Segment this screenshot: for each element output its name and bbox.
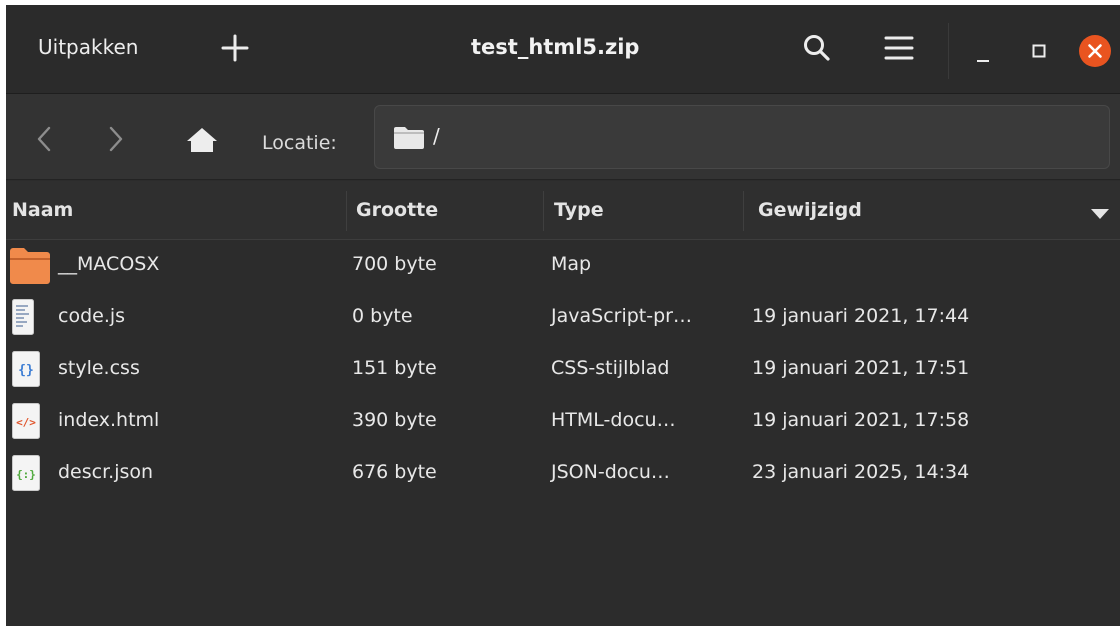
file-type: JavaScript-pr… <box>551 305 692 327</box>
sort-descending-icon[interactable] <box>1090 205 1110 224</box>
location-label: Locatie: <box>262 132 337 154</box>
file-row[interactable]: {} style.css 151 byte CSS-stijlblad 19 j… <box>6 344 1120 396</box>
chevron-right-icon[interactable] <box>108 126 124 156</box>
file-name: descr.json <box>58 461 154 483</box>
maximize-icon[interactable] <box>1032 43 1046 62</box>
file-size: 0 byte <box>352 305 413 327</box>
header-separator <box>948 23 949 79</box>
json-file-icon: {:} <box>12 455 40 495</box>
extract-button[interactable]: Uitpakken <box>38 35 138 59</box>
file-size: 676 byte <box>352 461 437 483</box>
search-icon[interactable] <box>802 33 832 67</box>
javascript-file-icon <box>12 299 34 339</box>
file-row[interactable]: </> index.html 390 byte HTML-docu… 19 ja… <box>6 396 1120 448</box>
file-size: 151 byte <box>352 357 437 379</box>
file-size: 390 byte <box>352 409 437 431</box>
file-name: style.css <box>58 357 140 379</box>
home-icon[interactable] <box>186 127 218 157</box>
column-name[interactable]: Naam <box>12 181 73 239</box>
file-name: code.js <box>58 305 126 327</box>
location-toolbar: Locatie: / <box>6 94 1120 180</box>
svg-text:{}: {} <box>18 363 34 378</box>
header-bar: Uitpakken test_html5.zip <box>6 5 1120 94</box>
folder-icon <box>10 247 50 289</box>
file-modified: 19 januari 2021, 17:51 <box>752 357 970 379</box>
svg-text:{:}: {:} <box>16 468 36 481</box>
file-name: __MACOSX <box>58 253 160 275</box>
window-title: test_html5.zip <box>471 35 640 59</box>
archive-manager-window: Uitpakken test_html5.zip Locatie: / Naam… <box>6 5 1120 626</box>
hamburger-menu-icon[interactable] <box>884 35 914 65</box>
file-type: CSS-stijlblad <box>551 357 670 379</box>
file-name: index.html <box>58 409 160 431</box>
minimize-icon[interactable] <box>976 49 990 68</box>
column-separator <box>346 191 347 231</box>
location-path: / <box>433 124 440 148</box>
file-row[interactable]: {:} descr.json 676 byte JSON-docu… 23 ja… <box>6 448 1120 500</box>
column-header-row: Naam Grootte Type Gewijzigd <box>6 181 1120 240</box>
file-row[interactable]: __MACOSX 700 byte Map <box>6 240 1120 292</box>
html-file-icon: </> <box>12 403 40 443</box>
file-type: Map <box>551 253 592 275</box>
close-button[interactable] <box>1079 35 1111 67</box>
css-file-icon: {} <box>12 351 40 391</box>
plus-icon[interactable] <box>220 33 250 67</box>
file-type: HTML-docu… <box>551 409 676 431</box>
file-list: __MACOSX 700 byte Map code.js 0 byte Jav… <box>6 240 1120 500</box>
close-icon <box>1088 44 1102 58</box>
chevron-left-icon[interactable] <box>36 126 52 156</box>
column-type[interactable]: Type <box>554 181 604 239</box>
file-modified: 19 januari 2021, 17:44 <box>752 305 970 327</box>
file-modified: 19 januari 2021, 17:58 <box>752 409 970 431</box>
file-size: 700 byte <box>352 253 437 275</box>
location-field[interactable]: / <box>374 105 1110 169</box>
column-modified[interactable]: Gewijzigd <box>758 181 862 239</box>
column-separator <box>543 191 544 231</box>
file-row[interactable]: code.js 0 byte JavaScript-pr… 19 januari… <box>6 292 1120 344</box>
svg-text:</>: </> <box>16 416 36 429</box>
column-size[interactable]: Grootte <box>356 181 438 239</box>
folder-icon <box>393 126 425 154</box>
file-modified: 23 januari 2025, 14:34 <box>752 461 970 483</box>
file-type: JSON-docu… <box>551 461 670 483</box>
column-separator <box>743 191 744 231</box>
